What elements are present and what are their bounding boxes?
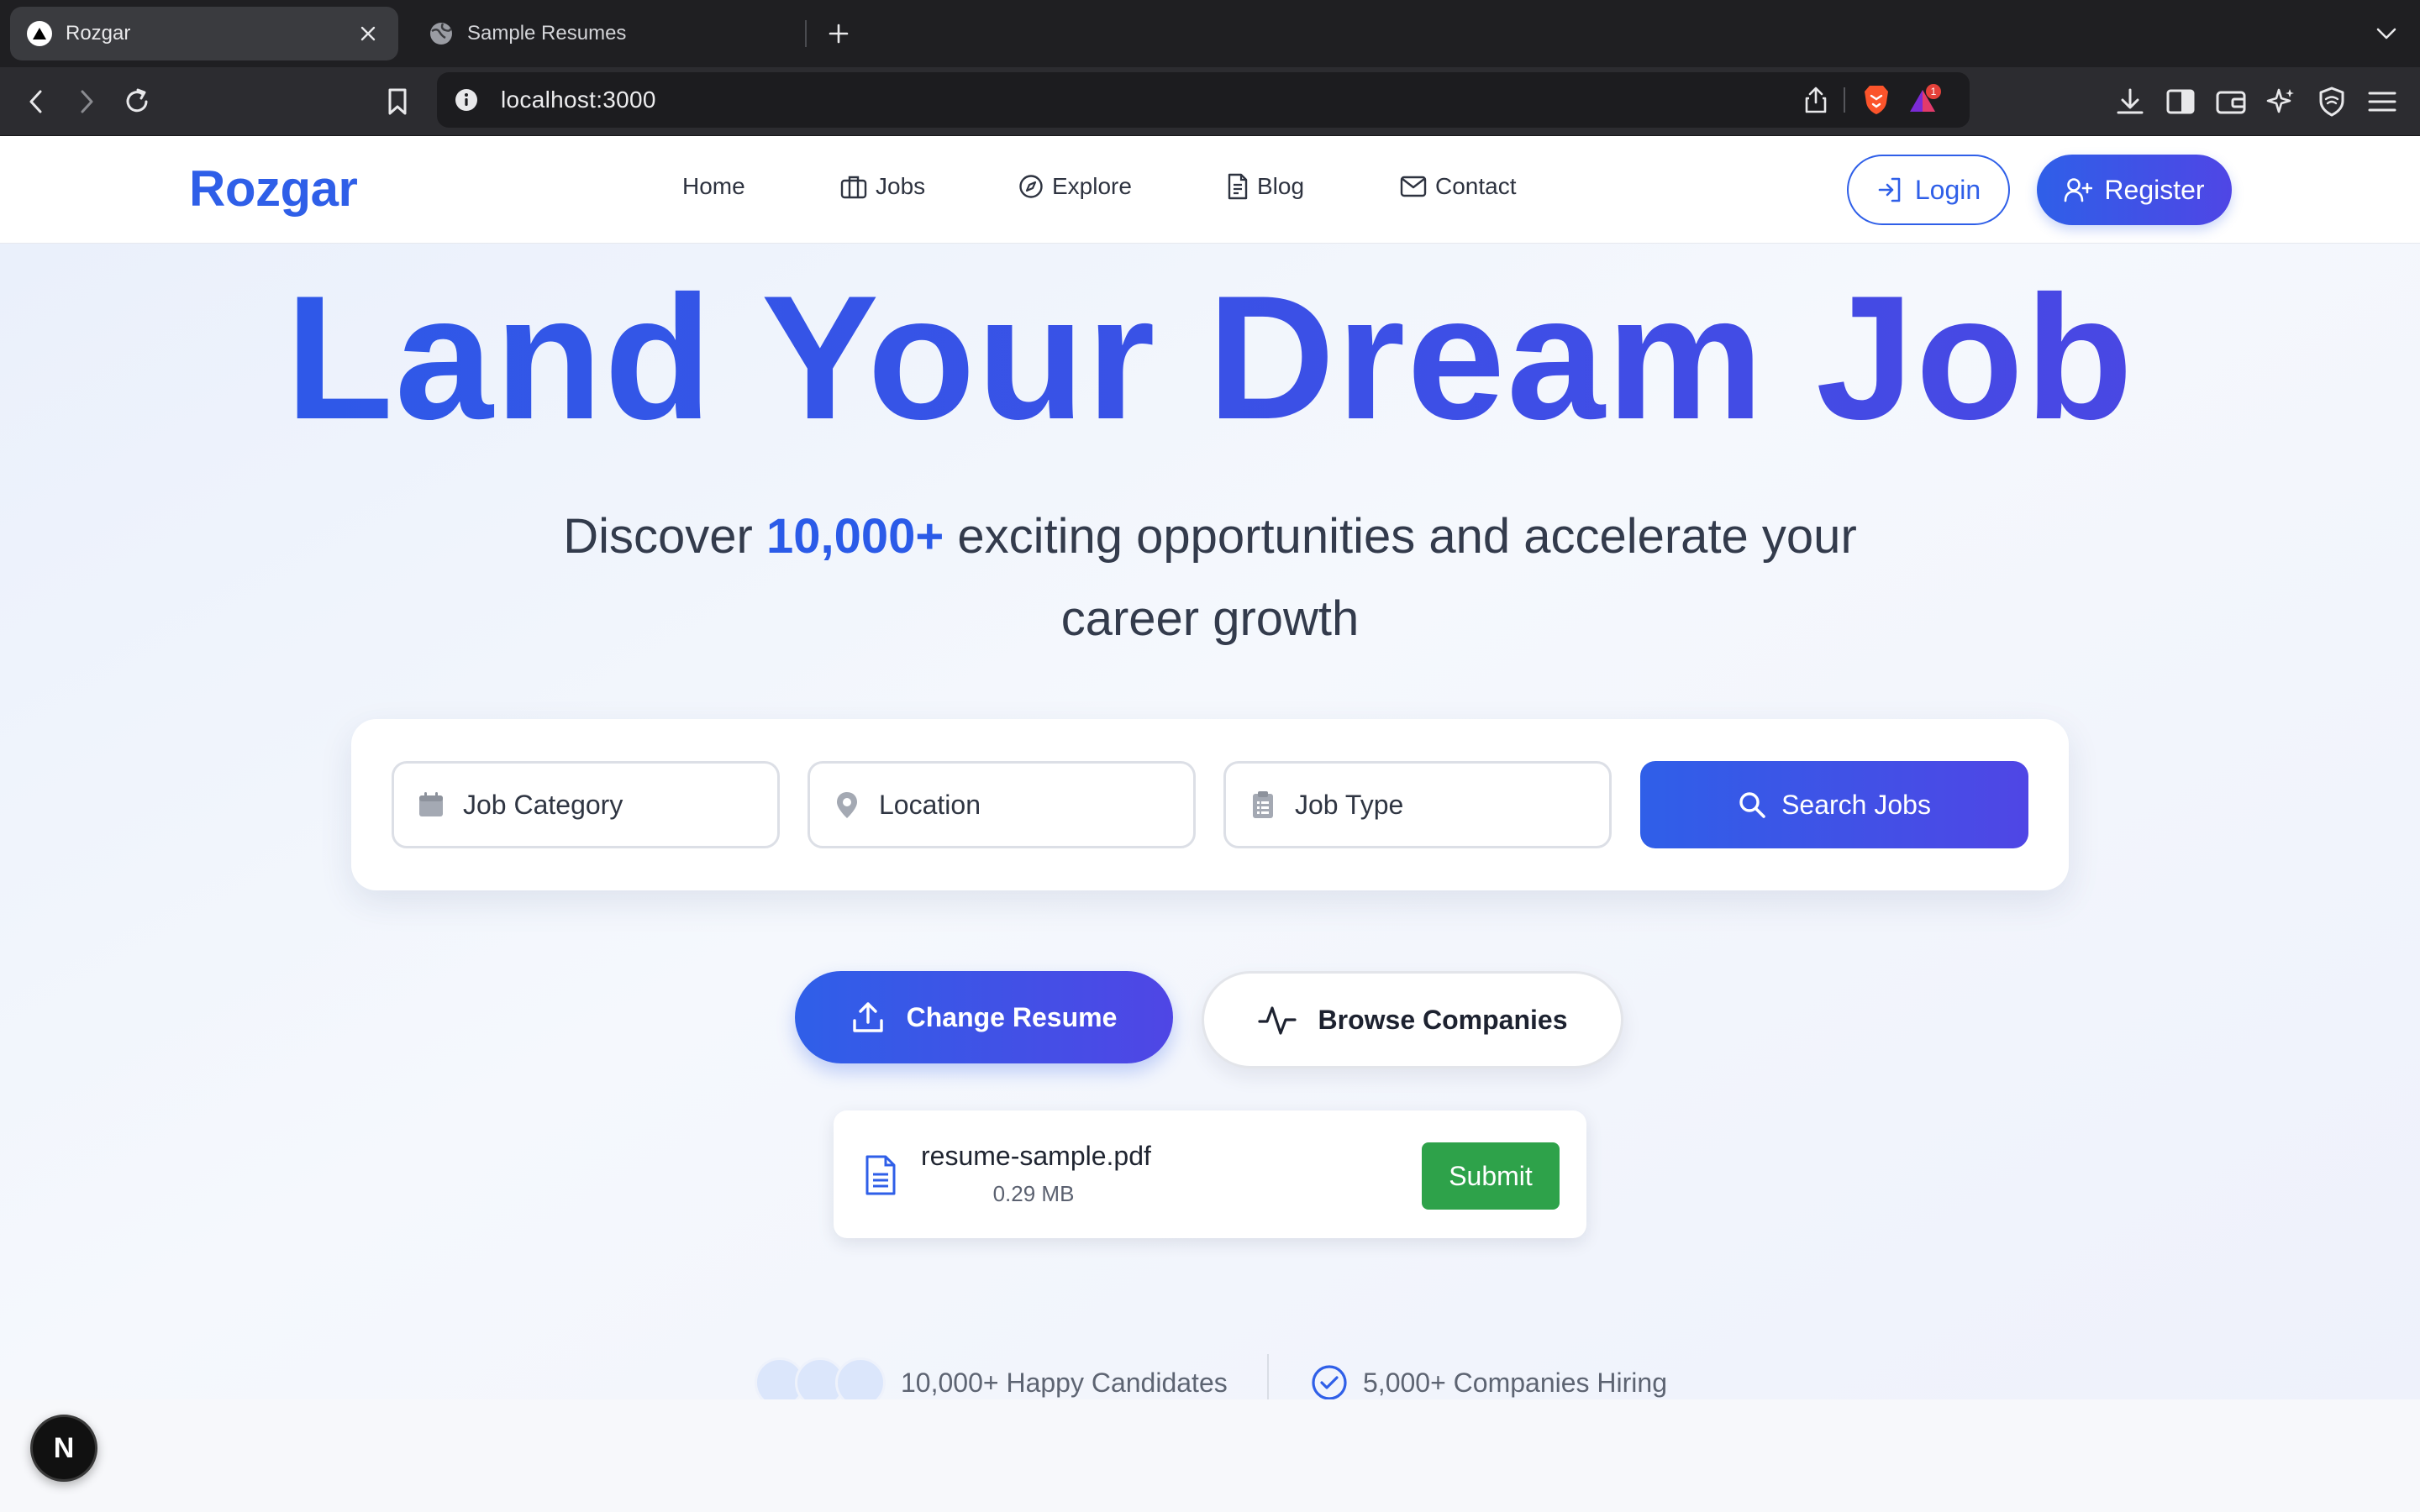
hero-subtitle-start: Discover — [563, 509, 766, 564]
share-icon[interactable] — [1798, 82, 1833, 118]
hero-subtitle-end: exciting opportunities and accelerate yo… — [944, 509, 1857, 646]
job-category-placeholder: Job Category — [463, 789, 623, 820]
register-label: Register — [2104, 174, 2205, 205]
browse-companies-label: Browse Companies — [1318, 1004, 1568, 1035]
clipboard-list-icon — [1246, 788, 1280, 822]
file-text-icon — [865, 1155, 896, 1195]
nav-link-label: Blog — [1257, 173, 1305, 199]
globe-icon — [429, 21, 454, 46]
browser-tab-bar: Rozgar Sample Resumes — [0, 0, 2420, 67]
tab-title: Rozgar — [66, 22, 131, 45]
tab-list-chevron-down-icon[interactable] — [2368, 17, 2405, 50]
hero-subtitle-highlight: 10,000+ — [765, 509, 944, 564]
nav-link-label: Jobs — [876, 173, 926, 199]
page-bottom-area — [0, 1399, 2420, 1512]
nav-link-label: Contact — [1435, 173, 1517, 199]
nav-link-home[interactable]: Home — [682, 173, 745, 200]
nav-link-label: Explore — [1052, 173, 1132, 199]
map-pin-icon — [830, 788, 864, 822]
register-button[interactable]: Register — [2037, 155, 2232, 225]
search-jobs-label: Search Jobs — [1781, 789, 1931, 820]
back-icon[interactable] — [17, 82, 55, 121]
site-navbar: Rozgar Home Jobs Explore Blog Contact Lo… — [0, 136, 2420, 244]
location-placeholder: Location — [879, 789, 981, 820]
tab-divider — [805, 20, 807, 47]
hero-title: Land Your Dream Job — [0, 260, 2420, 454]
address-bar-divider — [1844, 87, 1845, 113]
job-search-card: Job Category Location Job Type Search Jo… — [351, 719, 2069, 890]
document-icon — [1228, 173, 1248, 200]
file-size: 0.29 MB — [992, 1181, 1075, 1206]
happy-candidates-stat: 10,000+ Happy Candidates — [901, 1368, 1228, 1398]
job-type-placeholder: Job Type — [1295, 789, 1404, 820]
activity-pulse-icon — [1257, 1006, 1297, 1035]
menu-hamburger-icon[interactable] — [2363, 82, 2402, 121]
upload-icon — [852, 1002, 883, 1032]
calendar-icon — [414, 788, 448, 822]
file-name: resume-sample.pdf — [921, 1141, 1151, 1171]
login-label: Login — [1914, 174, 1981, 205]
nextjs-dev-indicator[interactable]: N — [30, 1415, 97, 1482]
tab-rozgar[interactable]: Rozgar — [10, 7, 398, 60]
bookmark-icon[interactable] — [378, 82, 417, 121]
nav-link-jobs[interactable]: Jobs — [840, 173, 925, 200]
compass-icon — [1019, 175, 1043, 198]
submit-button[interactable]: Submit — [1422, 1142, 1560, 1210]
briefcase-icon — [840, 176, 867, 199]
address-bar[interactable]: localhost:3000 1 — [437, 72, 1970, 128]
search-icon — [1739, 792, 1765, 818]
browse-companies-button[interactable]: Browse Companies — [1202, 971, 1623, 1068]
hero-subtitle: Discover 10,000+ exciting opportunities … — [538, 496, 1882, 660]
leo-ai-sparkle-icon[interactable] — [2262, 82, 2301, 121]
change-resume-label: Change Resume — [906, 1001, 1118, 1032]
tab-sample-resumes[interactable]: Sample Resumes — [412, 7, 798, 60]
site-info-icon[interactable] — [449, 82, 484, 118]
change-resume-button[interactable]: Change Resume — [795, 971, 1173, 1063]
job-category-field[interactable]: Job Category — [392, 761, 780, 848]
check-circle-icon — [1312, 1365, 1347, 1400]
nav-link-label: Home — [682, 173, 745, 199]
site-logo[interactable]: Rozgar — [189, 160, 358, 218]
job-type-field[interactable]: Job Type — [1223, 761, 1612, 848]
nav-link-blog[interactable]: Blog — [1227, 173, 1304, 200]
hero-section: Land Your Dream Job Discover 10,000+ exc… — [0, 244, 2420, 1410]
nextjs-favicon-icon — [27, 21, 52, 46]
mail-icon — [1400, 176, 1427, 197]
user-plus-icon — [2065, 178, 2093, 202]
rewards-badge-count: 1 — [1931, 86, 1937, 97]
close-icon[interactable] — [353, 18, 383, 49]
brave-rewards-triangle-icon[interactable]: 1 — [1907, 82, 1943, 118]
wallet-icon[interactable] — [2212, 82, 2250, 121]
location-field[interactable]: Location — [808, 761, 1196, 848]
search-jobs-button[interactable]: Search Jobs — [1640, 761, 2028, 848]
companies-hiring-stat: 5,000+ Companies Hiring — [1363, 1368, 1667, 1398]
login-icon — [1878, 177, 1901, 202]
tab-title: Sample Resumes — [467, 22, 627, 45]
url-text[interactable]: localhost:3000 — [501, 87, 656, 113]
downloads-icon[interactable] — [2111, 82, 2149, 121]
nav-link-explore[interactable]: Explore — [1018, 173, 1132, 200]
login-button[interactable]: Login — [1847, 155, 2010, 225]
brave-shields-lion-icon[interactable] — [1859, 82, 1894, 118]
sidebar-icon[interactable] — [2161, 82, 2200, 121]
reload-icon[interactable] — [118, 82, 156, 121]
new-tab-plus-icon[interactable] — [820, 15, 857, 52]
uploaded-file-card: resume-sample.pdf 0.29 MB Submit — [834, 1110, 1586, 1238]
vpn-shield-icon[interactable] — [2312, 82, 2351, 121]
nav-link-contact[interactable]: Contact — [1400, 173, 1517, 200]
forward-icon[interactable] — [67, 82, 106, 121]
